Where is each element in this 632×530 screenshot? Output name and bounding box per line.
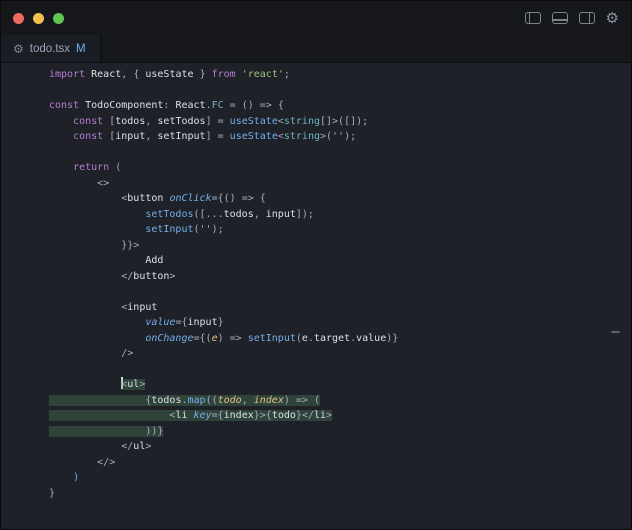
code-line[interactable]: <input xyxy=(49,300,631,316)
code-editor[interactable]: import React, { useState } from 'react';… xyxy=(1,63,631,529)
tab-filename: todo.tsx xyxy=(30,43,70,55)
minimize-button[interactable] xyxy=(33,13,44,24)
code-line[interactable]: <li key={index}>{todo}</li> xyxy=(49,408,631,424)
close-button[interactable] xyxy=(13,13,24,24)
code-line[interactable]: </> xyxy=(49,455,631,471)
code-line[interactable]: const TodoComponent: React.FC = () => { xyxy=(49,98,631,114)
scrollbar-marker[interactable] xyxy=(611,331,620,333)
code-line[interactable]: } xyxy=(49,486,631,502)
tab-bar: ⚙ todo.tsx M xyxy=(1,35,631,63)
zoom-button[interactable] xyxy=(53,13,64,24)
left-dock-icon[interactable] xyxy=(525,12,541,24)
editor-window: ⚙ ⚙ todo.tsx M import React, { useState … xyxy=(0,0,632,530)
tab-todo-tsx[interactable]: ⚙ todo.tsx M xyxy=(1,35,101,62)
code-line[interactable]: ) xyxy=(49,470,631,486)
code-line[interactable]: /> xyxy=(49,346,631,362)
code-line[interactable]: <button onClick={() => { xyxy=(49,191,631,207)
code-line[interactable] xyxy=(49,284,631,300)
git-status-badge: M xyxy=(76,43,86,55)
code-line[interactable]: value={input} xyxy=(49,315,631,331)
code-line[interactable]: </ul> xyxy=(49,439,631,455)
code-line[interactable]: }}> xyxy=(49,238,631,254)
code-line[interactable]: onChange={(e) => setInput(e.target.value… xyxy=(49,331,631,347)
titlebar[interactable]: ⚙ xyxy=(1,1,631,35)
titlebar-actions: ⚙ xyxy=(525,1,619,35)
code-line[interactable]: Add xyxy=(49,253,631,269)
code-line[interactable]: const [todos, setTodos] = useState<strin… xyxy=(49,114,631,130)
code-line[interactable]: <> xyxy=(49,176,631,192)
code-line[interactable]: ))} xyxy=(49,424,631,440)
code-line[interactable]: setInput(''); xyxy=(49,222,631,238)
code-line[interactable] xyxy=(49,145,631,161)
code-line[interactable]: setTodos([...todos, input]); xyxy=(49,207,631,223)
code-line[interactable]: return ( xyxy=(49,160,631,176)
code-line[interactable]: import React, { useState } from 'react'; xyxy=(49,67,631,83)
code-line[interactable]: const [input, setInput] = useState<strin… xyxy=(49,129,631,145)
code-line[interactable]: </button> xyxy=(49,269,631,285)
code-lines: import React, { useState } from 'react';… xyxy=(49,67,631,501)
code-line[interactable] xyxy=(49,83,631,99)
code-line[interactable] xyxy=(49,362,631,378)
right-dock-icon[interactable] xyxy=(579,12,595,24)
code-line[interactable]: <ul> xyxy=(49,377,631,393)
file-type-icon: ⚙ xyxy=(13,43,24,55)
bottom-dock-icon[interactable] xyxy=(552,12,568,24)
code-line[interactable]: {todos.map((todo, index) => ( xyxy=(49,393,631,409)
settings-gear-icon[interactable]: ⚙ xyxy=(606,11,619,26)
